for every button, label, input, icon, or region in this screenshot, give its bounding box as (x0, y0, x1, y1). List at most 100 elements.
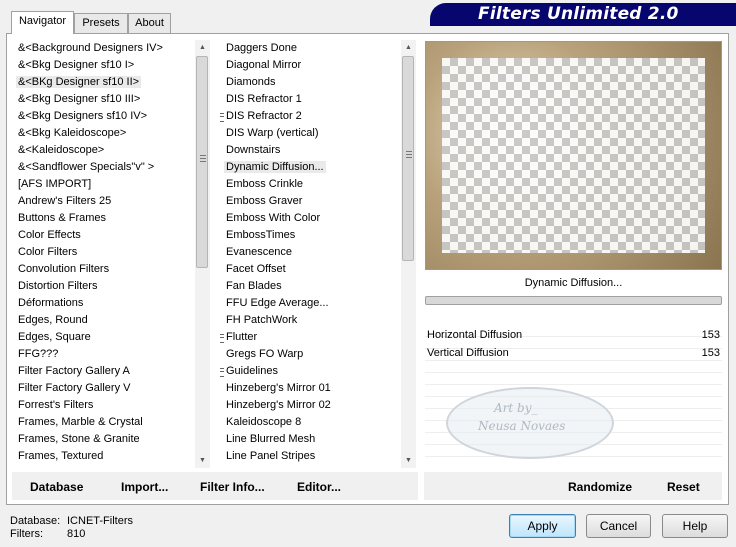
category-item-label: &<Bkg Designer sf10 III> (18, 93, 141, 105)
database-button[interactable]: Database (30, 480, 83, 494)
category-item[interactable]: Déformations (12, 295, 195, 312)
filter-info-button[interactable]: Filter Info... (200, 480, 265, 494)
filter-item[interactable]: Downstairs (220, 142, 401, 159)
apply-button[interactable]: Apply (509, 514, 576, 538)
filter-item[interactable]: Flutter (220, 329, 401, 346)
category-item[interactable]: Color Filters (12, 244, 195, 261)
scroll-thumb[interactable] (196, 56, 208, 268)
scroll-up-icon[interactable]: ▲ (401, 40, 416, 55)
category-item[interactable]: Filter Factory Gallery V (12, 380, 195, 397)
filter-item[interactable]: Fan Blades (220, 278, 401, 295)
category-item[interactable]: &<Bkg Designer sf10 III> (12, 91, 195, 108)
filter-item-label: DIS Refractor 1 (226, 93, 302, 105)
category-item-label: FFG??? (18, 348, 59, 360)
app-title: Filters Unlimited 2.0 (478, 4, 679, 24)
category-item[interactable]: Edges, Round (12, 312, 195, 329)
scroll-down-icon[interactable]: ▼ (195, 453, 210, 468)
help-button[interactable]: Help (662, 514, 728, 538)
cancel-button[interactable]: Cancel (586, 514, 651, 538)
filter-item[interactable]: Guidelines (220, 363, 401, 380)
filter-list[interactable]: Daggers Done Diagonal Mirror Diamonds DIS R… (220, 40, 401, 468)
category-item[interactable]: Frames, Marble & Crystal (12, 414, 195, 431)
filter-item[interactable]: FFU Edge Average... (220, 295, 401, 312)
category-item[interactable]: Distortion Filters (12, 278, 195, 295)
filter-item-label: EmbossTimes (226, 229, 296, 241)
filter-item[interactable]: Daggers Done (220, 40, 401, 57)
import-button[interactable]: Import... (121, 480, 168, 494)
category-item-label: Frames, Stone & Granite (18, 433, 140, 445)
category-list[interactable]: &<Background Designers IV> &<Bkg Designer… (12, 40, 195, 468)
category-item[interactable]: &<Background Designers IV> (12, 40, 195, 57)
reset-button[interactable]: Reset (667, 480, 700, 494)
category-item[interactable]: Frames, Stone & Granite (12, 431, 195, 448)
category-item-label: [AFS IMPORT] (18, 178, 92, 190)
filter-item[interactable]: Line Blurred Mesh (220, 431, 401, 448)
filter-item[interactable]: Diamonds (220, 74, 401, 91)
filter-item[interactable]: Diagonal Mirror (220, 57, 401, 74)
tab-about[interactable]: About (128, 13, 171, 33)
category-item[interactable]: [AFS IMPORT] (12, 176, 195, 193)
filter-item[interactable]: Emboss With Color (220, 210, 401, 227)
category-item-label: Frames, Marble & Crystal (18, 416, 143, 428)
tab-navigator[interactable]: Navigator (11, 11, 74, 34)
category-item[interactable]: Frames, Textured (12, 448, 195, 465)
filter-item-label: Daggers Done (226, 42, 297, 54)
filter-item[interactable]: FH PatchWork (220, 312, 401, 329)
filter-item[interactable]: Line Panel Stripes (220, 448, 401, 465)
category-item[interactable]: &<Sandflower Specials"v" > (12, 159, 195, 176)
filter-item-label: Hinzeberg's Mirror 02 (226, 399, 331, 411)
category-item[interactable]: &<Bkg Designer sf10 I> (12, 57, 195, 74)
filter-item[interactable]: EmbossTimes (220, 227, 401, 244)
param-row[interactable]: Horizontal Diffusion 153 (425, 327, 722, 344)
category-item[interactable]: Convolution Filters (12, 261, 195, 278)
category-item[interactable]: Filter Factory Gallery A (12, 363, 195, 380)
tab-presets[interactable]: Presets (74, 13, 128, 33)
filter-item[interactable]: Dynamic Diffusion... (220, 159, 401, 176)
category-item[interactable]: Color Effects (12, 227, 195, 244)
status-filters-label: Filters: (10, 528, 43, 540)
category-scrollbar[interactable]: ▲ ▼ (195, 40, 210, 468)
category-item[interactable]: FFG??? (12, 346, 195, 363)
category-item-label: Frames, Textured (18, 450, 104, 462)
category-item[interactable]: &<BKg Designer sf10 II> (12, 74, 195, 91)
filter-item[interactable]: DIS Refractor 1 (220, 91, 401, 108)
filter-item[interactable]: Emboss Graver (220, 193, 401, 210)
filter-item[interactable]: Gregs FO Warp (220, 346, 401, 363)
category-item[interactable]: &<Kaleidoscope> (12, 142, 195, 159)
filter-item-label: Emboss With Color (226, 212, 321, 224)
scroll-down-icon[interactable]: ▼ (401, 453, 416, 468)
category-item[interactable]: Edges, Square (12, 329, 195, 346)
category-item[interactable]: &<Bkg Kaleidoscope> (12, 125, 195, 142)
filter-item[interactable]: Facet Offset (220, 261, 401, 278)
category-item-label: &<Kaleidoscope> (18, 144, 105, 156)
filter-item[interactable]: Emboss Crinkle (220, 176, 401, 193)
filter-item[interactable]: DIS Warp (vertical) (220, 125, 401, 142)
param-value[interactable]: 153 (702, 347, 720, 359)
filter-item[interactable]: Hinzeberg's Mirror 02 (220, 397, 401, 414)
category-item-label: &<Sandflower Specials"v" > (18, 161, 155, 173)
filter-item-label: Kaleidoscope 8 (226, 416, 302, 428)
category-item[interactable]: Buttons & Frames (12, 210, 195, 227)
category-item-label: Color Filters (18, 246, 78, 258)
filter-item[interactable]: Hinzeberg's Mirror 01 (220, 380, 401, 397)
category-item-label: Andrew's Filters 25 (18, 195, 112, 207)
scroll-up-icon[interactable]: ▲ (195, 40, 210, 55)
filter-item-label: Diamonds (226, 76, 276, 88)
category-item[interactable]: Forrest's Filters (12, 397, 195, 414)
transparency-checkerboard (442, 58, 705, 253)
scroll-thumb[interactable] (402, 56, 414, 261)
editor-button[interactable]: Editor... (297, 480, 341, 494)
filter-item[interactable]: Evanescence (220, 244, 401, 261)
submenu-grip-icon (220, 334, 224, 343)
param-row[interactable]: Vertical Diffusion 153 (425, 345, 722, 362)
filter-item[interactable]: DIS Refractor 2 (220, 108, 401, 125)
filter-item[interactable]: Kaleidoscope 8 (220, 414, 401, 431)
watermark-line1: Art by_ (494, 401, 538, 415)
category-item[interactable]: Andrew's Filters 25 (12, 193, 195, 210)
zoom-slider[interactable] (425, 296, 722, 305)
param-value[interactable]: 153 (702, 329, 720, 341)
category-item[interactable]: &<Bkg Designers sf10 IV> (12, 108, 195, 125)
filter-scrollbar[interactable]: ▲ ▼ (401, 40, 416, 468)
preview-image[interactable] (425, 41, 722, 270)
randomize-button[interactable]: Randomize (568, 480, 632, 494)
